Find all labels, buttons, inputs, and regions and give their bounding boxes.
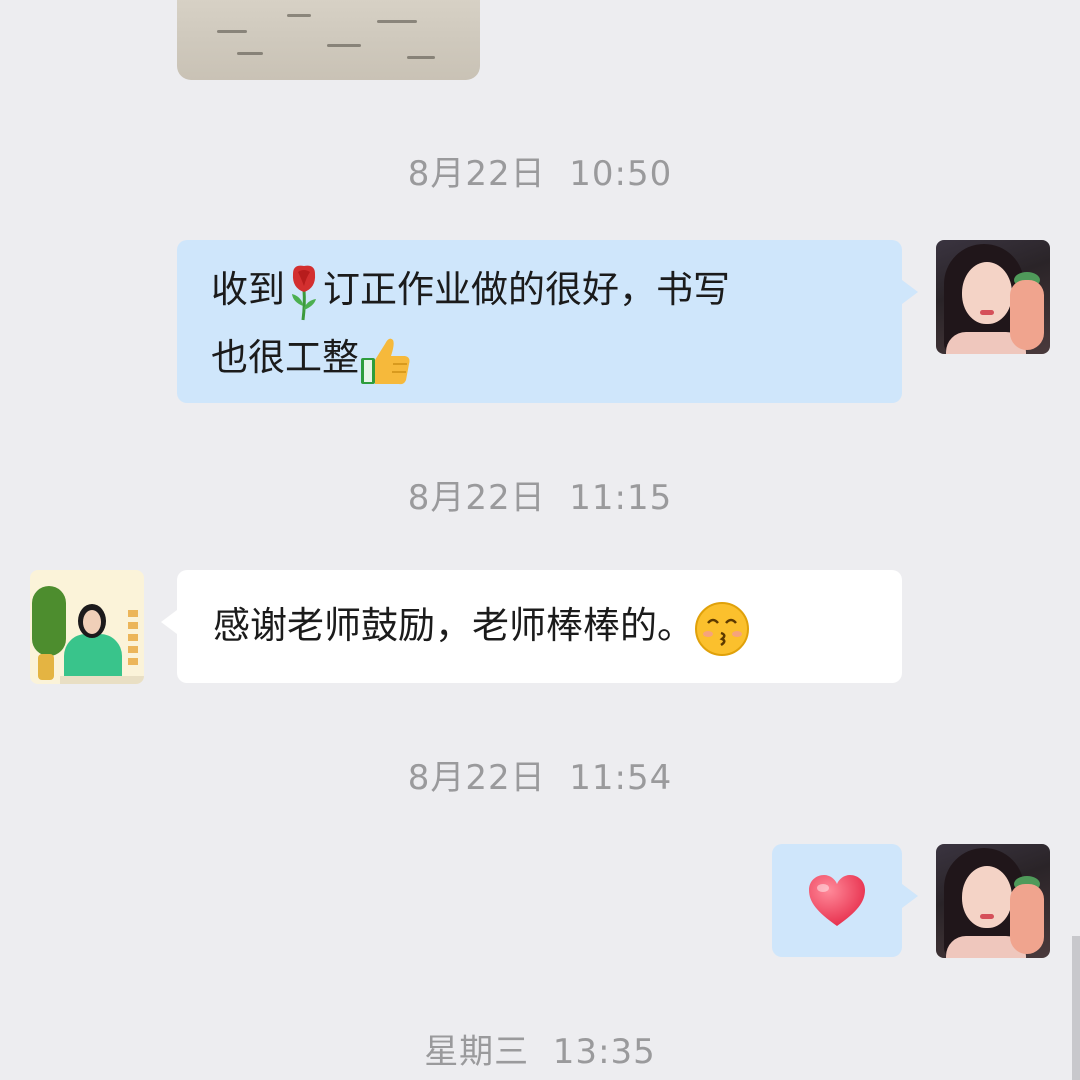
avatar[interactable] [30,570,144,684]
rose-icon [289,264,319,322]
message-text: 收到 [211,268,285,311]
image-message[interactable] [177,0,480,80]
image-detail [287,14,311,17]
timestamp: 8月22日 10:50 [407,154,673,194]
image-detail [407,56,435,59]
timestamp: 8月22日 11:15 [407,478,673,518]
chat-view: 8月22日 10:50 收到 订正作业做的很好，书写 也很工整 8月22日 11… [0,0,1080,1080]
message-text: 也很工整 [211,336,359,379]
image-detail [237,52,263,55]
message-text: 感谢老师鼓励，老师棒棒的。 [213,604,694,647]
scrollbar[interactable] [1072,936,1080,1080]
avatar[interactable] [936,844,1050,958]
avatar[interactable] [936,240,1050,354]
image-detail [217,30,247,33]
timestamp: 8月22日 11:54 [407,758,673,798]
thumbs-up-icon [359,334,413,388]
image-detail [377,20,417,23]
message-bubble-outgoing[interactable]: 收到 订正作业做的很好，书写 也很工整 [177,240,918,403]
message-text: 订正作业做的很好，书写 [323,268,730,311]
message-bubble-incoming[interactable]: 感谢老师鼓励，老师棒棒的。 [161,570,902,683]
kissing-smiling-eyes-icon [694,601,750,657]
heart-icon [807,874,867,928]
timestamp: 星期三 13:35 [424,1032,656,1072]
message-bubble-outgoing[interactable] [772,844,918,957]
image-detail [327,44,361,47]
